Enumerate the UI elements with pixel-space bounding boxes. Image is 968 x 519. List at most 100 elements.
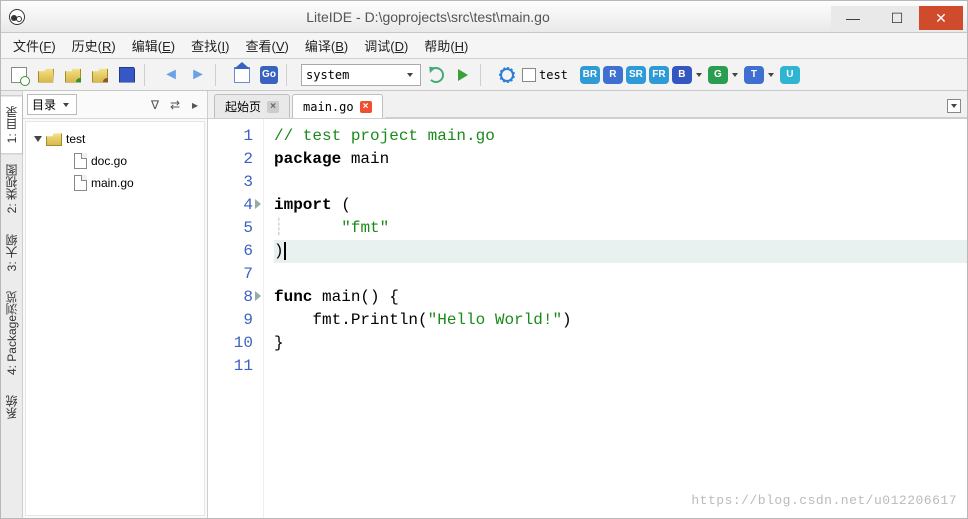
arrow-left-icon: ◄ — [163, 66, 179, 84]
chevron-down-icon — [696, 73, 702, 77]
maximize-button[interactable]: ☐ — [875, 6, 919, 30]
sync-icon[interactable]: ⇄ — [167, 97, 183, 113]
build-fr-button[interactable]: FR — [649, 66, 669, 84]
sidebar-selector[interactable]: 目录 — [27, 94, 77, 115]
chevron-down-icon — [407, 73, 413, 77]
left-tab-outline[interactable]: 3: 大纲 — [1, 224, 22, 281]
left-tab-directory[interactable]: 1: 目录 — [1, 95, 23, 154]
open-file-icon — [38, 67, 54, 83]
fold-marker-line: 4 — [208, 194, 253, 217]
file-label: main.go — [91, 176, 134, 190]
folder-label: test — [66, 132, 85, 146]
tab-list-button[interactable] — [947, 99, 961, 113]
code-editor[interactable]: 1 2 3 4 5 6 7 8 9 10 11 // test project … — [208, 119, 967, 518]
folder-green-icon — [65, 67, 81, 83]
run-button[interactable] — [451, 63, 475, 87]
menu-build[interactable]: 编译(B) — [299, 34, 354, 57]
chevron-down-icon — [732, 73, 738, 77]
add-folder-button[interactable] — [88, 63, 112, 87]
godoc-button[interactable]: Go — [257, 63, 281, 87]
build-u-button[interactable]: U — [780, 66, 800, 84]
nav-fwd-button[interactable]: ► — [186, 63, 210, 87]
build-br-button[interactable]: BR — [580, 66, 600, 84]
sidebar-header: 目录 ∇ ⇄ ▸ — [23, 91, 207, 119]
editor-area: 起始页 × main.go × 1 2 3 4 5 6 7 8 9 — [208, 91, 967, 518]
menu-help[interactable]: 帮助(H) — [418, 34, 474, 57]
test-checkbox[interactable]: test — [522, 67, 568, 82]
toolbar: ◄ ► Go system test BR R SR FR B G T U — [1, 59, 967, 91]
file-icon — [74, 175, 87, 191]
minimize-button[interactable]: — — [831, 6, 875, 30]
build-g-button[interactable]: G — [708, 66, 741, 84]
window-title: LiteIDE - D:\goprojects\src\test\main.go — [25, 9, 831, 25]
left-tab-package[interactable]: 4: Package浏览 — [1, 281, 22, 385]
file-tree: test doc.go main.go — [25, 121, 205, 516]
env-select[interactable]: system — [301, 64, 421, 86]
home-icon — [234, 67, 250, 83]
reload-icon — [428, 67, 444, 83]
home-button[interactable] — [230, 63, 254, 87]
save-button[interactable] — [115, 63, 139, 87]
new-file-icon — [11, 67, 27, 83]
folder-brown-icon — [92, 67, 108, 83]
chevron-down-icon — [768, 73, 774, 77]
gear-icon — [500, 68, 514, 82]
tree-folder-root[interactable]: test — [30, 128, 200, 150]
watermark: https://blog.csdn.net/u012206617 — [691, 489, 957, 512]
menu-history[interactable]: 历史(R) — [66, 34, 122, 57]
tree-file-item[interactable]: doc.go — [30, 150, 200, 172]
menu-file[interactable]: 文件(F) — [7, 34, 62, 57]
left-tab-system[interactable]: 系统 — [1, 385, 22, 429]
close-button[interactable]: ✕ — [919, 6, 963, 30]
fold-icon[interactable] — [255, 199, 261, 209]
open-file-button[interactable] — [34, 63, 58, 87]
app-icon — [9, 9, 25, 25]
new-file-button[interactable] — [7, 63, 31, 87]
gutter: 1 2 3 4 5 6 7 8 9 10 11 — [208, 119, 264, 518]
open-folder-button[interactable] — [61, 63, 85, 87]
checkbox-icon — [522, 68, 536, 82]
left-tab-strip: 1: 目录 2: 类视图 3: 大纲 4: Package浏览 系统 — [1, 91, 23, 518]
expand-icon — [34, 136, 42, 142]
menu-debug[interactable]: 调试(D) — [358, 34, 414, 57]
separator — [286, 64, 296, 86]
reload-env-button[interactable] — [424, 63, 448, 87]
text-cursor — [284, 242, 286, 260]
fold-icon[interactable] — [255, 291, 261, 301]
build-t-button[interactable]: T — [744, 66, 777, 84]
tab-close-icon[interactable]: × — [267, 101, 279, 113]
menu-view[interactable]: 查看(V) — [239, 34, 294, 57]
folder-icon — [46, 132, 62, 146]
nav-back-button[interactable]: ◄ — [159, 63, 183, 87]
save-icon — [119, 67, 135, 83]
menu-bar: 文件(F) 历史(R) 编辑(E) 查找(I) 查看(V) 编译(B) 调试(D… — [1, 33, 967, 59]
separator — [480, 64, 490, 86]
arrow-right-icon: ► — [190, 66, 206, 84]
play-icon — [458, 69, 468, 81]
editor-tabs: 起始页 × main.go × — [208, 91, 967, 119]
build-sr-button[interactable]: SR — [626, 66, 646, 84]
tab-main-go[interactable]: main.go × — [292, 94, 383, 118]
fold-marker-line: 8 — [208, 286, 253, 309]
settings-button[interactable] — [495, 63, 519, 87]
file-label: doc.go — [91, 154, 127, 168]
file-icon — [74, 153, 87, 169]
separator — [215, 64, 225, 86]
tab-close-icon[interactable]: × — [360, 101, 372, 113]
left-tab-classview[interactable]: 2: 类视图 — [1, 154, 22, 223]
code-text-area[interactable]: // test project main.go package main imp… — [264, 119, 967, 518]
separator — [144, 64, 154, 86]
env-value: system — [306, 68, 349, 82]
chevron-down-icon — [63, 103, 69, 107]
filter-icon[interactable]: ∇ — [147, 97, 163, 113]
title-bar: LiteIDE - D:\goprojects\src\test\main.go… — [1, 1, 967, 33]
chevron-down-icon — [951, 104, 957, 108]
menu-find[interactable]: 查找(I) — [185, 34, 235, 57]
build-r-button[interactable]: R — [603, 66, 623, 84]
menu-edit[interactable]: 编辑(E) — [126, 34, 181, 57]
panel-close-button[interactable]: ▸ — [187, 97, 203, 113]
tab-start-page[interactable]: 起始页 × — [214, 94, 290, 118]
go-icon: Go — [260, 66, 278, 84]
build-b-button[interactable]: B — [672, 66, 705, 84]
tree-file-item[interactable]: main.go — [30, 172, 200, 194]
